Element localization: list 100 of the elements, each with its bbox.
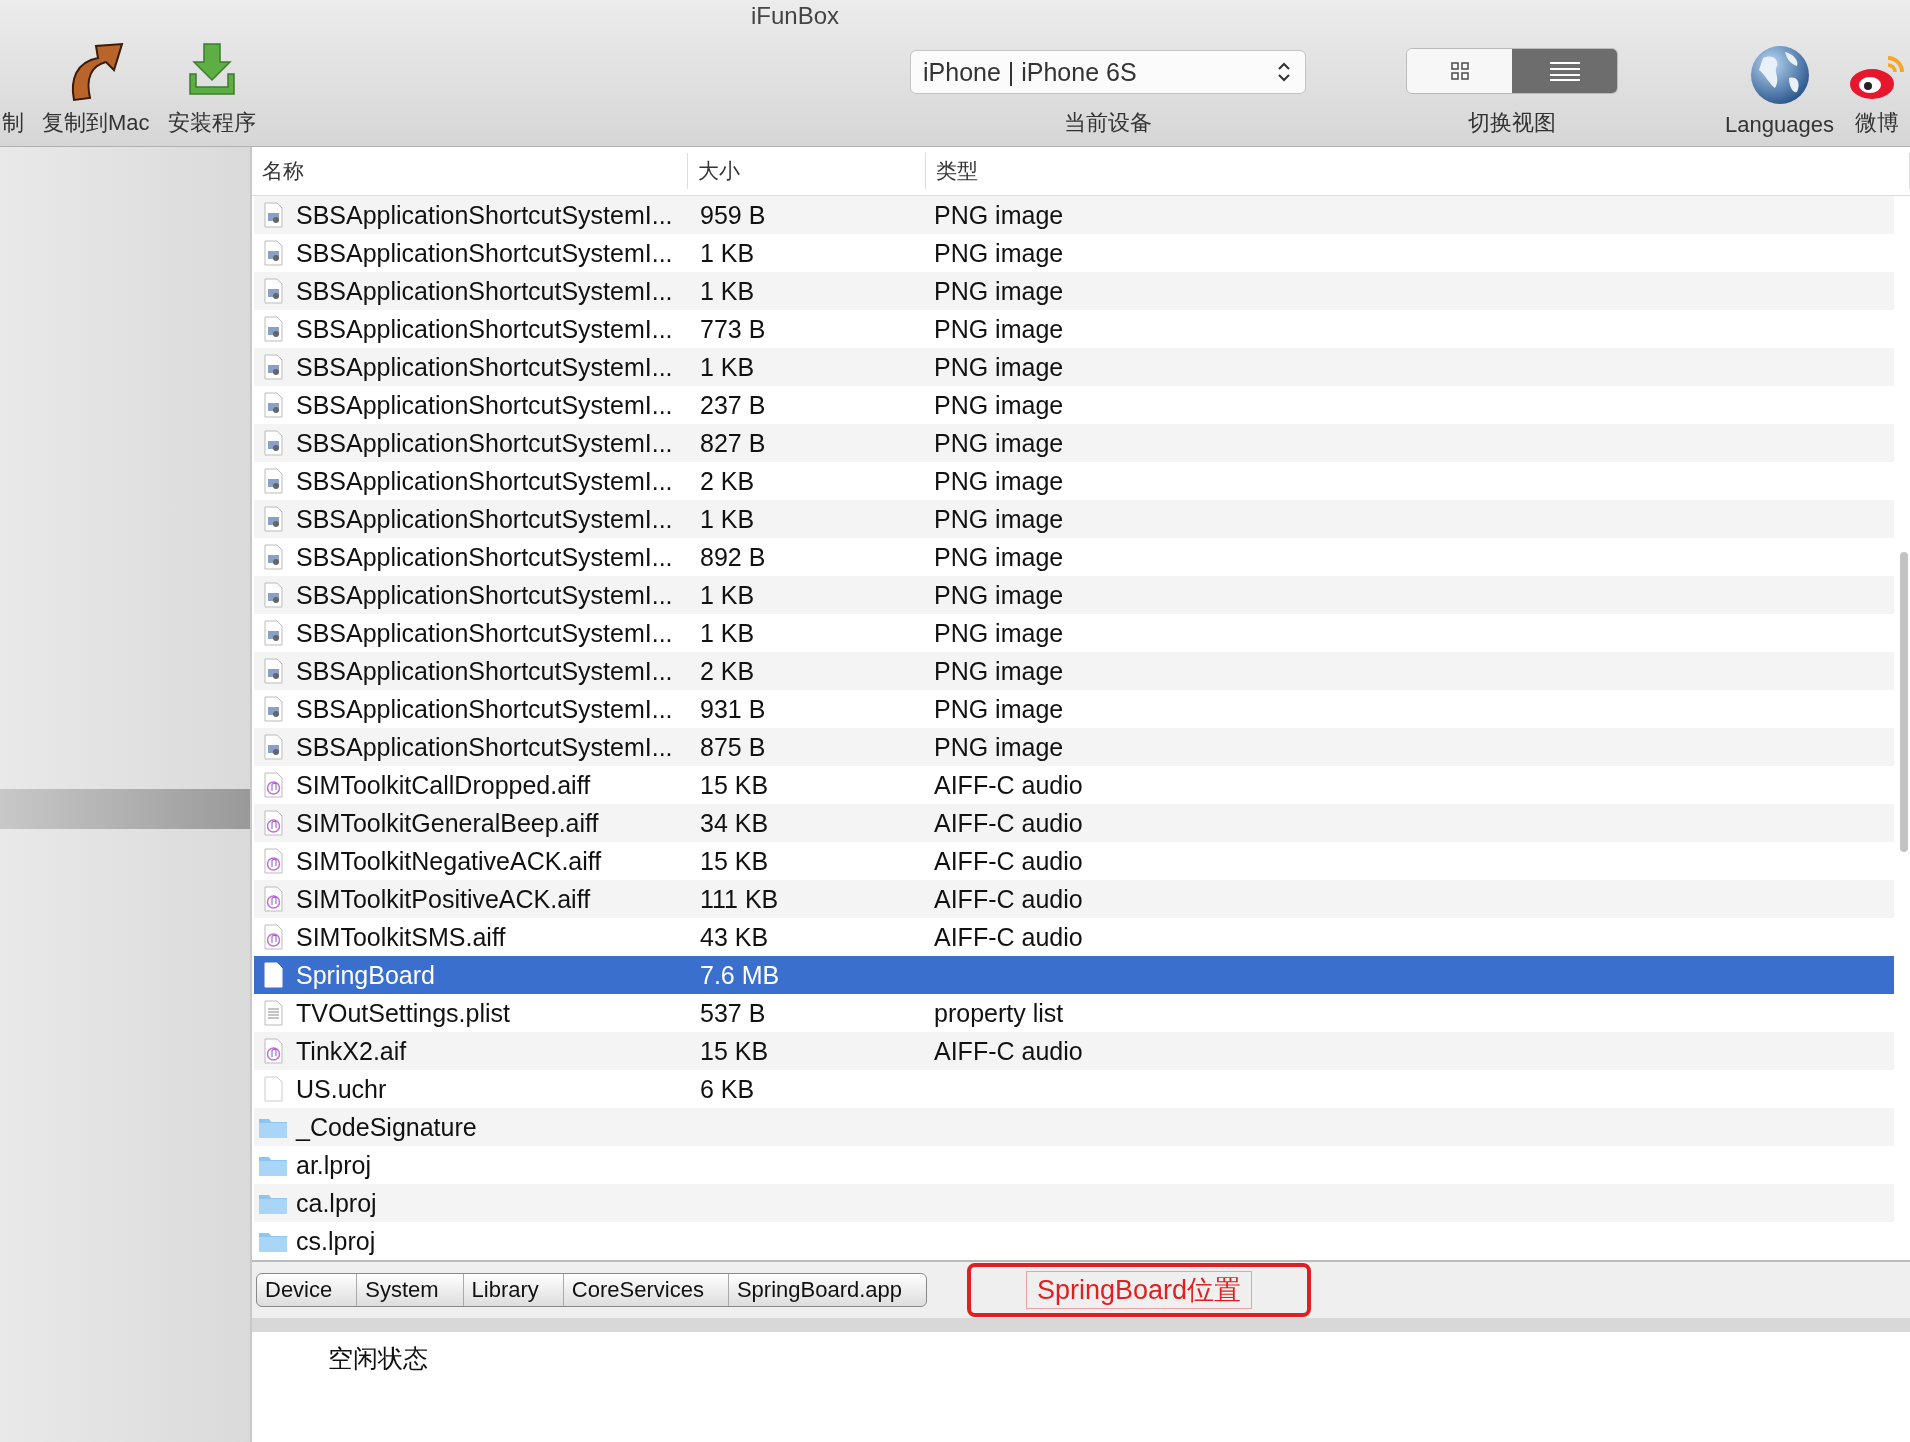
view-toggle-button[interactable] [1512, 49, 1617, 93]
file-row[interactable]: SBSApplicationShortcutSystemI... 1 KB PNG image [254, 348, 1894, 386]
file-type: AIFF-C audio [934, 846, 1083, 876]
file-name: ar.lproj [296, 1150, 372, 1180]
grid-icon [1449, 61, 1470, 81]
column-header[interactable]: 名称 [252, 153, 688, 189]
toolbar-button-label[interactable]: 微博 [1855, 108, 1899, 138]
file-name: SBSApplicationShortcutSystemI... [296, 390, 673, 420]
toolbar-button-label[interactable]: 安装程序 [167, 108, 256, 138]
file-type: PNG image [934, 694, 1064, 724]
toolbar-button-label[interactable]: Languages [1725, 112, 1834, 138]
file-size: 773 B [700, 314, 766, 344]
column-header[interactable]: 大小 [688, 153, 926, 189]
file-row[interactable]: SBSApplicationShortcutSystemI... 892 B PNG image [254, 538, 1894, 576]
file-type: PNG image [934, 314, 1064, 344]
file-size: 827 B [700, 428, 766, 458]
file-row[interactable]: SBSApplicationShortcutSystemI... 827 B PNG image [254, 424, 1894, 462]
file-name: ca.lproj [296, 1188, 377, 1218]
file-size: 2 KB [700, 466, 755, 496]
file-row[interactable]: SBSApplicationShortcutSystemI... 959 B PNG image [254, 196, 1894, 234]
file-row[interactable]: SIMToolkitPositiveACK.aiff 111 KB AIFF-C audio [254, 880, 1894, 918]
file-name: US.uchr [296, 1074, 387, 1104]
column-header[interactable]: 类型 [926, 153, 1910, 189]
file-size: 34 KB [700, 808, 769, 838]
file-row[interactable]: TinkX2.aif 15 KB AIFF-C audio [254, 1032, 1894, 1070]
file-name: SBSApplicationShortcutSystemI... [296, 580, 673, 610]
file-type: AIFF-C audio [934, 922, 1083, 952]
file-name: SBSApplicationShortcutSystemI... [296, 618, 673, 648]
file-name: SBSApplicationShortcutSystemI... [296, 314, 673, 344]
file-row[interactable]: SIMToolkitCallDropped.aiff 15 KB AIFF-C audio [254, 766, 1894, 804]
file-row[interactable]: SBSApplicationShortcutSystemI... 1 KB PNG image [254, 576, 1894, 614]
file-row[interactable]: SpringBoard 7.6 MB [254, 956, 1894, 994]
file-type: PNG image [934, 504, 1064, 534]
file-row[interactable]: SBSApplicationShortcutSystemI... 773 B PNG image [254, 310, 1894, 348]
file-name: _CodeSignature [296, 1112, 477, 1142]
window-title: iFunBox [750, 2, 839, 30]
breadcrumb-item[interactable]: Library [463, 1274, 564, 1306]
file-size: 1 KB [700, 618, 755, 648]
file-row[interactable]: SIMToolkitNegativeACK.aiff 15 KB AIFF-C audio [254, 842, 1894, 880]
file-row[interactable]: US.uchr 6 KB [254, 1070, 1894, 1108]
file-row[interactable]: SBSApplicationShortcutSystemI... 2 KB PNG image [254, 462, 1894, 500]
file-row[interactable]: ca.lproj [254, 1184, 1894, 1222]
file-row[interactable]: SBSApplicationShortcutSystemI... 1 KB PNG image [254, 614, 1894, 652]
file-type: property list [934, 998, 1064, 1028]
file-size: 1 KB [700, 580, 755, 610]
breadcrumb-item[interactable]: System [357, 1274, 464, 1306]
file-name: SBSApplicationShortcutSystemI... [296, 428, 673, 458]
file-name: SIMToolkitPositiveACK.aiff [296, 884, 591, 914]
breadcrumb-item[interactable]: CoreServices [563, 1274, 729, 1306]
file-type: PNG image [934, 276, 1064, 306]
file-size: 931 B [700, 694, 766, 724]
file-row[interactable]: SBSApplicationShortcutSystemI... 2 KB PNG image [254, 652, 1894, 690]
file-row[interactable]: SBSApplicationShortcutSystemI... 1 KB PNG image [254, 234, 1894, 272]
file-row[interactable]: SIMToolkitGeneralBeep.aiff 34 KB AIFF-C audio [254, 804, 1894, 842]
device-dropdown[interactable]: iPhone | iPhone 6S [910, 50, 1306, 94]
file-row[interactable]: SBSApplicationShortcutSystemI... 1 KB PNG image [254, 272, 1894, 310]
file-type: PNG image [934, 390, 1064, 420]
file-name: SBSApplicationShortcutSystemI... [296, 656, 673, 686]
file-name: SIMToolkitNegativeACK.aiff [296, 846, 602, 876]
file-name: SBSApplicationShortcutSystemI... [296, 238, 673, 268]
file-size: 537 B [700, 998, 766, 1028]
file-size: 2 KB [700, 656, 755, 686]
breadcrumb-item[interactable]: SpringBoard.app [728, 1274, 927, 1306]
list-icon [1549, 61, 1580, 81]
file-size: 1 KB [700, 276, 755, 306]
file-name: SBSApplicationShortcutSystemI... [296, 466, 673, 496]
file-name: SBSApplicationShortcutSystemI... [296, 352, 673, 382]
breadcrumb-item[interactable]: Device [257, 1274, 358, 1306]
file-type: AIFF-C audio [934, 1036, 1083, 1066]
file-row[interactable]: SIMToolkitSMS.aiff 43 KB AIFF-C audio [254, 918, 1894, 956]
file-row[interactable]: TVOutSettings.plist 537 B property list [254, 994, 1894, 1032]
file-name: SpringBoard [296, 960, 435, 990]
file-name: SIMToolkitGeneralBeep.aiff [296, 808, 599, 838]
file-row[interactable]: _CodeSignature [254, 1108, 1894, 1146]
file-type: PNG image [934, 352, 1064, 382]
file-name: SBSApplicationShortcutSystemI... [296, 732, 673, 762]
file-size: 1 KB [700, 504, 755, 534]
file-row[interactable]: cs.lproj [254, 1222, 1894, 1260]
toolbar-button-label[interactable]: 制 [2, 108, 24, 138]
view-toggle-button[interactable] [1407, 49, 1512, 93]
file-size: 875 B [700, 732, 766, 762]
file-row[interactable]: SBSApplicationShortcutSystemI... 931 B PNG image [254, 690, 1894, 728]
file-row[interactable]: SBSApplicationShortcutSystemI... 875 B PNG image [254, 728, 1894, 766]
file-name: SBSApplicationShortcutSystemI... [296, 504, 673, 534]
file-type: PNG image [934, 238, 1064, 268]
scrollbar-thumb[interactable] [1900, 552, 1908, 852]
file-size: 111 KB [700, 884, 779, 914]
file-size: 237 B [700, 390, 766, 420]
file-row[interactable]: SBSApplicationShortcutSystemI... 237 B PNG image [254, 386, 1894, 424]
file-size: 1 KB [700, 352, 755, 382]
file-type: AIFF-C audio [934, 884, 1083, 914]
file-row[interactable]: ar.lproj [254, 1146, 1894, 1184]
toolbar-button-label[interactable]: 复制到Mac [42, 108, 150, 138]
file-size: 43 KB [700, 922, 769, 952]
view-switch[interactable] [1406, 48, 1618, 94]
annotation-label: SpringBoard位置 [1025, 1271, 1253, 1309]
dropdown-label: 当前设备 [1064, 109, 1152, 137]
file-type: PNG image [934, 732, 1064, 762]
file-size: 7.6 MB [700, 960, 780, 990]
file-row[interactable]: SBSApplicationShortcutSystemI... 1 KB PNG image [254, 500, 1894, 538]
